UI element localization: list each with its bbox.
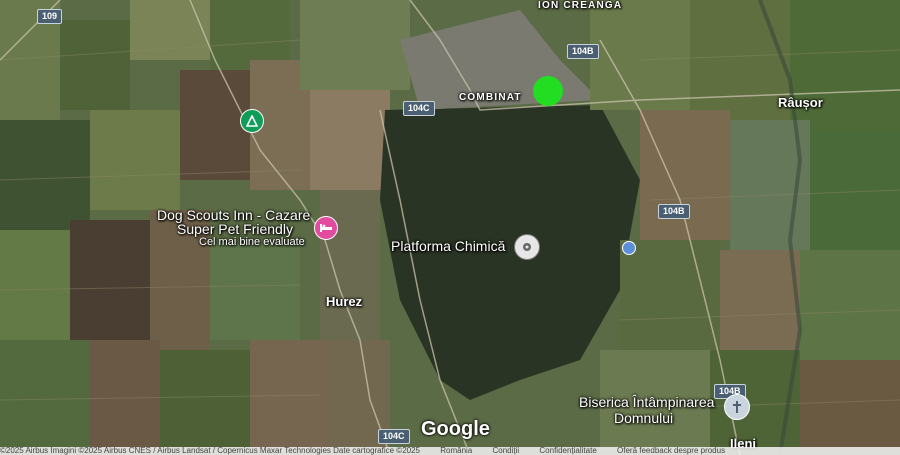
terms-link[interactable]: Condiții	[492, 447, 519, 455]
town-label-rausor: Râușor	[778, 95, 823, 110]
privacy-link[interactable]: Confidențialitate	[539, 447, 596, 455]
poi-label-platforma-chimica[interactable]: Platforma Chimică	[391, 238, 505, 254]
road-shield-104b-top: 104B	[567, 44, 599, 59]
poi-sublabel-dog-scouts: Cel mai bine evaluate	[199, 236, 305, 248]
hotel-bed-icon[interactable]	[314, 216, 338, 240]
town-label-ion-creanga: ION CREANGA	[538, 0, 623, 11]
building-icon[interactable]	[622, 241, 636, 255]
town-label-hurez: Hurez	[326, 294, 363, 309]
satellite-map[interactable]	[0, 0, 900, 455]
campground-icon[interactable]	[240, 109, 264, 133]
landmark-pin-icon[interactable]	[514, 234, 540, 260]
attribution-text: ©2025 Airbus Imagini ©2025 Airbus CNES /…	[0, 447, 420, 455]
google-logo: Google	[421, 418, 490, 440]
country-link[interactable]: România	[440, 447, 472, 455]
road-shield-109: 109	[37, 9, 63, 24]
road-shield-104c-top: 104C	[403, 101, 435, 116]
map-footer: ©2025 Airbus Imagini ©2025 Airbus CNES /…	[0, 447, 900, 455]
road-shield-104b-mid: 104B	[658, 204, 690, 219]
poi-label-biserica-line2[interactable]: Domnului	[614, 410, 673, 426]
road-shield-104c-bottom: 104C	[378, 429, 410, 444]
town-label-combinat: COMBINAT	[459, 92, 522, 103]
selected-location-marker[interactable]	[533, 76, 563, 106]
poi-label-dog-scouts-line2[interactable]: Super Pet Friendly	[177, 221, 293, 237]
feedback-link[interactable]: Oferă feedback despre produs	[617, 447, 725, 455]
poi-label-biserica-line1[interactable]: Biserica Întâmpinarea	[579, 394, 714, 410]
church-cross-icon[interactable]	[724, 394, 750, 420]
